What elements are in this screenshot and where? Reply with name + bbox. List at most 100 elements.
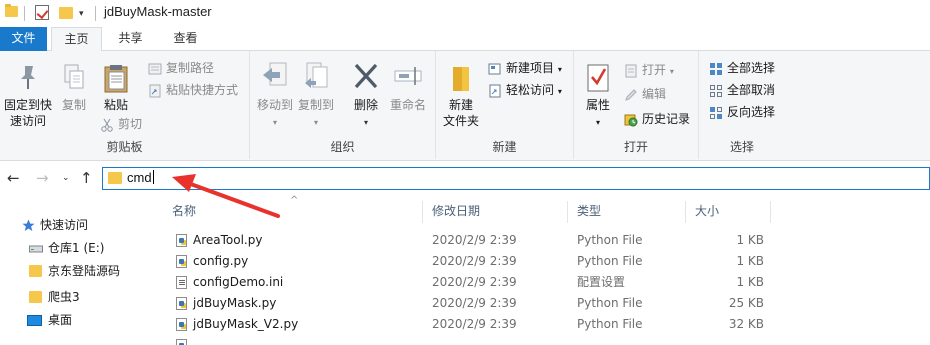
chevron-down-icon: ▾: [363, 118, 368, 127]
address-bar[interactable]: cmd: [102, 167, 930, 190]
file-type: 配置设置: [577, 275, 626, 289]
column-divider[interactable]: [770, 201, 771, 223]
file-date: 2020/2/9 2:39: [432, 317, 517, 331]
address-input[interactable]: cmd: [127, 170, 154, 185]
file-row[interactable]: jdBuyMask_V2.py 2020/2/9 2:39 Python Fil…: [160, 314, 930, 335]
column-header-date[interactable]: 修改日期: [432, 201, 480, 221]
copy-path-button[interactable]: 复制路径: [148, 59, 214, 77]
copy-path-label: 复制路径: [166, 61, 215, 75]
file-row[interactable]: config.py 2020/2/9 2:39 Python File 1 KB: [160, 251, 930, 272]
nav-item-drive-e[interactable]: 仓库1 (E:): [0, 237, 160, 259]
star-icon: [22, 219, 35, 231]
file-name: configDemo.ini: [193, 275, 284, 289]
file-name: config.py: [193, 254, 249, 268]
back-arrow-icon[interactable]: ←: [7, 169, 20, 187]
scissors-icon: [101, 118, 113, 132]
select-all-button[interactable]: 全部选择: [709, 59, 775, 77]
new-folder-button[interactable]: 新建 文件夹: [442, 63, 480, 129]
new-folder-quick-access-icon[interactable]: [59, 7, 73, 19]
select-none-label: 全部取消: [727, 83, 776, 97]
column-header-size[interactable]: 大小: [695, 201, 719, 221]
properties-quick-access-icon[interactable]: [35, 5, 49, 20]
open-label: 打开: [642, 63, 667, 77]
new-item-button[interactable]: 新建项目 ▾: [488, 59, 562, 77]
file-size: 1 KB: [736, 254, 764, 268]
pin-to-quick-access-button[interactable]: 固定到快 速访问: [2, 63, 54, 129]
file-row[interactable]: jdBuyMask.py 2020/2/9 2:39 Python File 2…: [160, 293, 930, 314]
new-group-label: 新建: [492, 140, 517, 154]
delete-button[interactable]: 删除 ▾: [348, 61, 384, 131]
nav-item-folder-crawler3[interactable]: 爬虫3: [0, 286, 160, 308]
nav-item-quick-access[interactable]: 快速访问: [0, 214, 160, 236]
navigation-pane: 快速访问 仓库1 (E:) 京东登陆源码 爬虫3 桌面: [0, 196, 160, 345]
tab-share[interactable]: 共享: [108, 27, 153, 51]
separator: [95, 6, 96, 21]
copy-to-icon: [305, 62, 328, 88]
column-header-name[interactable]: 名称: [172, 201, 196, 221]
file-type: Python File: [577, 317, 643, 331]
open-icon: [625, 64, 637, 77]
open-group: 属性 ▾ 打开 ▾ 编辑 历史记录 打开: [574, 51, 699, 159]
folder-icon: [5, 4, 18, 17]
invert-selection-label: 反向选择: [727, 105, 776, 119]
copy-to-label: 复制到: [297, 98, 334, 112]
column-divider[interactable]: [685, 201, 686, 223]
paste-shortcut-icon: [149, 84, 161, 97]
file-type: Python File: [577, 233, 643, 247]
ribbon-tab-bar: 文件 主页 共享 查看: [0, 27, 930, 52]
column-header-type[interactable]: 类型: [577, 201, 601, 221]
copy-button[interactable]: 复制: [58, 63, 90, 113]
file-size: 32 KB: [728, 317, 764, 331]
edit-button[interactable]: 编辑: [624, 85, 666, 103]
file-date: 2020/2/9 2:39: [432, 233, 517, 247]
up-arrow-icon[interactable]: ↑: [80, 169, 93, 187]
pin-icon: [21, 66, 35, 89]
select-none-button[interactable]: 全部取消: [709, 81, 775, 99]
organize-group: 移动到 ▾ 复制到 ▾ 删除 ▾ 重命名 组织: [250, 51, 436, 159]
tab-view[interactable]: 查看: [163, 27, 208, 51]
paste-shortcut-button[interactable]: 粘贴快捷方式: [148, 81, 238, 99]
forward-arrow-icon[interactable]: →: [36, 169, 49, 187]
sort-ascending-chevron-icon: ^: [290, 195, 299, 206]
customize-quick-access-chevron-icon[interactable]: ▾: [79, 9, 84, 19]
cut-button[interactable]: 剪切: [100, 115, 142, 133]
move-to-button[interactable]: 移动到 ▾: [256, 61, 294, 131]
chevron-down-icon: ▾: [557, 65, 562, 74]
easy-access-label: 轻松访问: [506, 83, 555, 97]
file-name: AreaTool.py: [193, 233, 263, 247]
file-row[interactable]: AreaTool.py 2020/2/9 2:39 Python File 1 …: [160, 230, 930, 251]
cut-label: 剪切: [118, 117, 143, 131]
nav-item-label: 快速访问: [40, 218, 89, 232]
open-button[interactable]: 打开 ▾: [624, 61, 674, 79]
nav-item-folder-jd-login[interactable]: 京东登陆源码: [0, 260, 160, 282]
easy-access-button[interactable]: 轻松访问 ▾: [488, 81, 562, 99]
nav-item-desktop[interactable]: 桌面: [0, 309, 160, 331]
window-title: jdBuyMask-master: [104, 4, 212, 19]
edit-label: 编辑: [642, 87, 667, 101]
open-group-label: 打开: [623, 140, 648, 154]
file-row[interactable]: configDemo.ini 2020/2/9 2:39 配置设置 1 KB: [160, 272, 930, 293]
tab-file[interactable]: 文件: [0, 27, 47, 51]
file-row-partial[interactable]: [160, 335, 930, 345]
nav-item-label: 桌面: [48, 313, 73, 327]
rename-button[interactable]: 重命名: [388, 61, 428, 113]
properties-icon: [587, 64, 609, 92]
file-date: 2020/2/9 2:39: [432, 296, 517, 310]
paste-button[interactable]: 粘贴: [98, 63, 134, 113]
column-divider[interactable]: [567, 201, 568, 223]
copy-to-button[interactable]: 复制到 ▾: [297, 61, 335, 131]
move-to-label: 移动到: [256, 98, 293, 112]
new-folder-label-line1: 新建: [448, 98, 473, 112]
chevron-down-icon: ▾: [669, 67, 674, 76]
recent-locations-chevron-icon[interactable]: ⌄: [62, 173, 70, 183]
properties-label: 属性: [585, 98, 610, 112]
history-button[interactable]: 历史记录: [624, 110, 690, 128]
column-divider[interactable]: [422, 201, 423, 223]
properties-button[interactable]: 属性 ▾: [582, 63, 614, 131]
tab-home[interactable]: 主页: [51, 27, 102, 52]
separator: [24, 6, 25, 21]
rename-icon: [394, 67, 422, 85]
invert-selection-icon: [710, 106, 722, 119]
rename-label: 重命名: [389, 98, 426, 112]
invert-selection-button[interactable]: 反向选择: [709, 103, 775, 121]
